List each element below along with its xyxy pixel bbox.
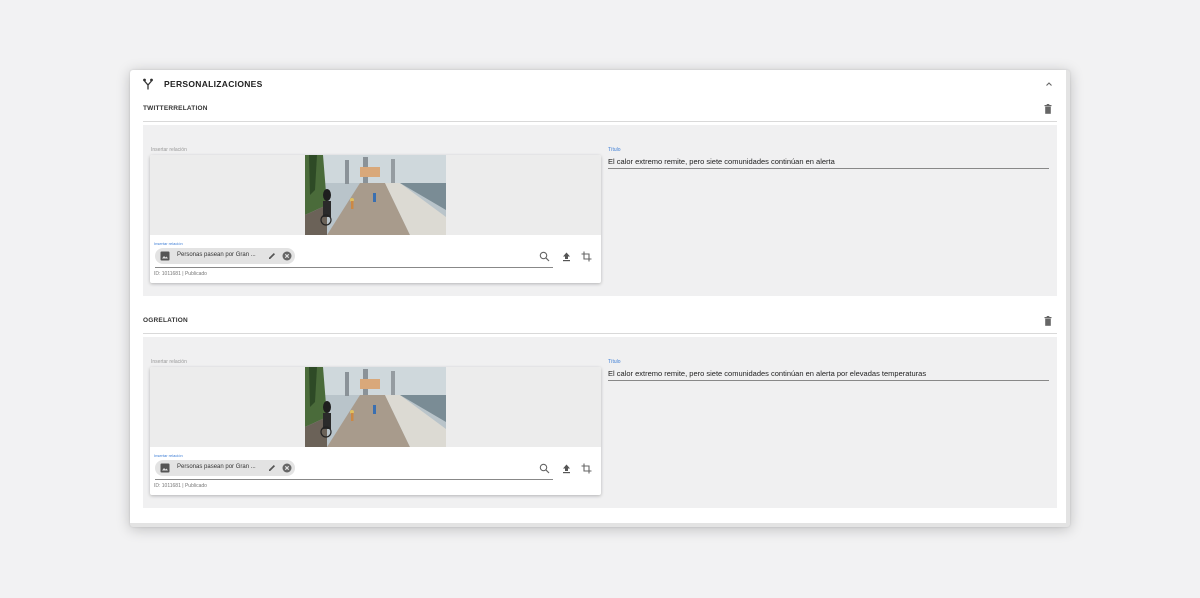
relation-section: Insertar relación Insertar relación Pers… [143, 337, 1057, 508]
relation-card: Insertar relación Personas pasean por Gr… [150, 367, 601, 495]
relation-field-underline [155, 479, 553, 480]
selected-image-chip[interactable]: Personas pasean por Gran ... [155, 460, 295, 476]
titulo-input[interactable] [608, 367, 1049, 381]
titulo-input[interactable] [608, 155, 1049, 169]
image-icon [160, 463, 170, 473]
image-preview [150, 155, 601, 235]
pencil-icon[interactable] [267, 251, 277, 261]
preview-image [305, 155, 446, 235]
selected-image-chip[interactable]: Personas pasean por Gran ... [155, 248, 295, 264]
upload-icon[interactable] [561, 251, 572, 262]
chip-label: Personas pasean por Gran ... [177, 464, 256, 470]
panel-header[interactable]: PERSONALIZACIONES [130, 70, 1066, 98]
relation-card: Insertar relación Personas pasean por Gr… [150, 155, 601, 283]
close-circle-icon[interactable] [282, 251, 292, 261]
personalizaciones-panel: PERSONALIZACIONES TWITTERRELATION Insert… [130, 70, 1070, 527]
chevron-up-icon[interactable] [1044, 79, 1054, 89]
search-icon[interactable] [539, 251, 550, 262]
trash-icon[interactable] [1044, 104, 1052, 114]
search-icon[interactable] [539, 463, 550, 474]
crop-icon[interactable] [581, 251, 592, 262]
fork-icon [143, 78, 153, 90]
image-icon [160, 251, 170, 261]
close-circle-icon[interactable] [282, 463, 292, 473]
upload-icon[interactable] [561, 463, 572, 474]
titulo-label: Título [608, 147, 621, 153]
crop-icon[interactable] [581, 463, 592, 474]
pencil-icon[interactable] [267, 463, 277, 473]
chip-label: Personas pasean por Gran ... [177, 252, 256, 258]
section-title-twitterrelation: TWITTERRELATION [143, 105, 208, 112]
panel-title: PERSONALIZACIONES [164, 79, 263, 89]
section-divider [143, 121, 1057, 122]
insert-relation-inner-label: Insertar relación [154, 241, 183, 246]
titulo-label: Título [608, 359, 621, 365]
insert-relation-label: Insertar relación [151, 147, 187, 153]
section-divider [143, 333, 1057, 334]
trash-icon[interactable] [1044, 316, 1052, 326]
section-title-ogrelation: OGRELATION [143, 317, 188, 324]
relation-meta: ID: 1011681 | Publicado [154, 483, 207, 489]
image-preview [150, 367, 601, 447]
relation-section: Insertar relación Insertar relación Pers… [143, 125, 1057, 296]
insert-relation-label: Insertar relación [151, 359, 187, 365]
insert-relation-inner-label: Insertar relación [154, 453, 183, 458]
preview-image [305, 367, 446, 447]
relation-meta: ID: 1011681 | Publicado [154, 271, 207, 277]
relation-field-underline [155, 267, 553, 268]
